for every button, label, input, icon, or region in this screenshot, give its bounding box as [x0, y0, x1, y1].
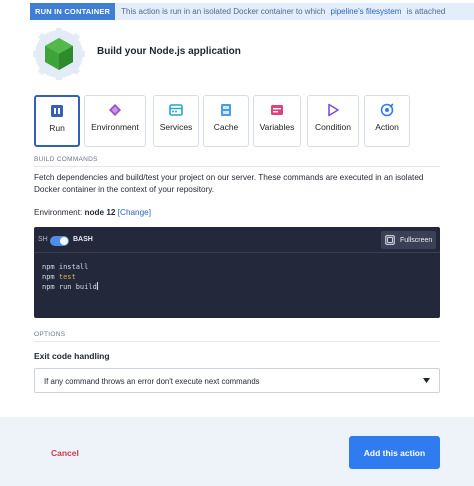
toggle-knob	[60, 237, 68, 245]
environment-icon	[109, 104, 121, 116]
cancel-button[interactable]: Cancel	[51, 448, 79, 458]
banner-text-before: This action is run in an isolated Docker…	[121, 7, 326, 16]
sh-label: SH	[38, 236, 48, 243]
tab-run[interactable]: Run	[34, 95, 80, 147]
services-icon	[169, 104, 183, 116]
environment-value: node 12	[84, 208, 116, 217]
info-banner: RUN IN CONTAINER This action is run in a…	[30, 3, 474, 20]
fullscreen-label: Fullscreen	[400, 236, 433, 244]
caret-down-icon	[423, 378, 430, 383]
tab-condition[interactable]: Condition	[307, 95, 359, 147]
change-environment-link[interactable]: [Change]	[118, 208, 151, 217]
variables-icon	[271, 105, 283, 115]
footer: Cancel Add this action	[0, 417, 474, 486]
tab-label: Environment	[91, 122, 139, 132]
code-keyword: test	[58, 272, 76, 281]
page-title: Build your Node.js application	[97, 46, 241, 57]
tab-cache[interactable]: Cache	[203, 95, 249, 147]
divider	[34, 341, 440, 342]
run-icon	[51, 105, 63, 117]
fullscreen-button[interactable]: Fullscreen	[381, 231, 436, 249]
fullscreen-icon	[385, 235, 395, 245]
editor-toolbar: SH BASH Fullscreen	[34, 227, 440, 253]
commands-editor[interactable]: SH BASH Fullscreen npm install npm test np…	[34, 227, 440, 318]
exit-code-value: If any command throws an error don't exe…	[44, 377, 260, 386]
tab-label: Run	[49, 123, 65, 133]
tab-environment[interactable]: Environment	[84, 95, 146, 147]
environment-line: Environment: node 12 [Change]	[34, 208, 151, 217]
code-line-3: npm run build	[42, 282, 98, 293]
pipeline-filesystem-link[interactable]: pipeline's filesystem	[331, 7, 402, 16]
code-text: npm run build	[42, 283, 97, 291]
tab-label: Services	[159, 122, 193, 132]
bash-label: BASH	[73, 236, 93, 243]
code-text: npm	[42, 272, 59, 281]
banner-message: This action is run in an isolated Docker…	[121, 7, 445, 16]
exit-code-label: Exit code handling	[34, 351, 110, 361]
shell-toggle[interactable]	[50, 236, 69, 246]
condition-icon	[328, 103, 339, 117]
divider	[34, 166, 440, 167]
build-commands-heading: BUILD COMMANDS	[34, 156, 98, 163]
exit-code-select[interactable]: If any command throws an error don't exe…	[34, 368, 440, 393]
tab-label: Cache	[213, 122, 239, 132]
tab-variables[interactable]: Variables	[253, 95, 301, 147]
code-text: npm install	[42, 263, 89, 271]
run-in-container-badge: RUN IN CONTAINER	[30, 3, 116, 20]
tab-services[interactable]: Services	[153, 95, 199, 147]
code-area[interactable]: npm install npm test npm run build	[42, 263, 98, 293]
build-commands-description: Fetch dependencies and build/test your p…	[34, 173, 424, 194]
nodejs-hexagon-icon	[33, 28, 85, 80]
banner-text-after: is attached	[406, 7, 446, 16]
cache-icon	[221, 104, 231, 116]
options-heading: OPTIONS	[34, 331, 66, 338]
code-line-2: npm test	[42, 273, 98, 283]
code-line-1: npm install	[42, 263, 98, 273]
environment-label: Environment:	[34, 208, 83, 217]
tab-label: Condition	[315, 122, 351, 132]
tab-action[interactable]: Action	[364, 95, 410, 147]
add-action-button[interactable]: Add this action	[349, 436, 440, 469]
tab-label: Variables	[259, 122, 295, 132]
tab-label: Action	[375, 122, 399, 132]
action-icon	[380, 103, 394, 117]
text-cursor	[96, 282, 98, 290]
